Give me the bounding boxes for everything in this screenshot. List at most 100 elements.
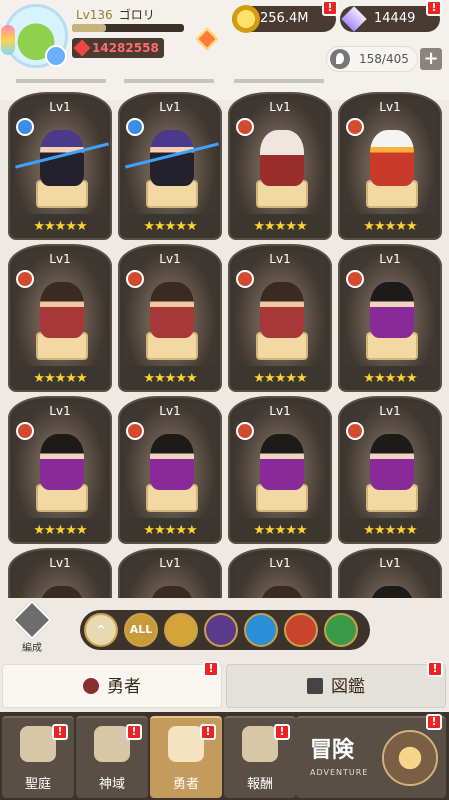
gold-coin-icon <box>232 5 260 33</box>
hero-stars: ★★★★★ <box>363 523 417 538</box>
element-filter-chip[interactable] <box>244 613 278 647</box>
hero-card[interactable]: Lv1 ★★★★★ <box>228 92 332 240</box>
fire-element-icon <box>346 118 364 136</box>
hero-level: Lv1 <box>49 556 71 570</box>
hero-card[interactable]: Lv1 ★★★★★ <box>8 92 112 240</box>
hero-stars: ★★★★★ <box>363 371 417 386</box>
hero-stars: ★★★★★ <box>143 371 197 386</box>
hero-level: Lv1 <box>379 252 401 266</box>
hero-level: Lv1 <box>379 556 401 570</box>
player-level: Lv136 <box>76 8 113 22</box>
element-filter-chips: ^ ALL <box>80 610 370 650</box>
element-filter-chip[interactable] <box>164 613 198 647</box>
roster-count: 158/405 <box>359 52 409 66</box>
xp-bar <box>72 24 184 32</box>
hero-card[interactable]: Lv1 ★★★★★ <box>118 396 222 544</box>
adventure-label: 冒険 <box>310 738 355 763</box>
player-name: ゴロリ <box>118 8 155 22</box>
tab-heroes[interactable]: 勇者 ! <box>2 661 222 708</box>
adventure-subtitle: ADVENTURE <box>310 768 369 777</box>
water-element-icon <box>16 118 34 136</box>
nav-rewards[interactable]: 報酬 ! <box>224 716 296 798</box>
formation-button[interactable]: 編成 <box>10 600 54 654</box>
element-filter-chip[interactable] <box>324 613 358 647</box>
tab-encyclopedia[interactable]: 図鑑 ! <box>226 661 446 708</box>
roster-capacity: 158/405 <box>326 46 418 72</box>
hero-level: Lv1 <box>379 100 401 114</box>
fire-element-icon <box>16 422 34 440</box>
power-gem-icon <box>73 39 91 57</box>
hero-card[interactable]: Lv1 ★★★★★ <box>228 244 332 392</box>
hero-sprite <box>370 282 414 338</box>
formation-icon <box>12 600 52 640</box>
nav-sanctuary[interactable]: 聖庭 ! <box>2 716 74 798</box>
hero-card[interactable]: Lv1 ★★★★★ <box>8 244 112 392</box>
hero-card[interactable]: Lv1 <box>228 548 332 598</box>
gold-counter[interactable]: 256.4M ! <box>232 0 338 33</box>
nav-heroes[interactable]: 勇者 ! <box>150 716 222 798</box>
hero-level: Lv1 <box>269 100 291 114</box>
hero-level: Lv1 <box>49 404 71 418</box>
hero-card[interactable]: Lv1 ★★★★★ <box>118 244 222 392</box>
hero-level: Lv1 <box>159 556 181 570</box>
hero-sprite <box>260 130 304 186</box>
hero-stars: ★★★★★ <box>143 523 197 538</box>
hero-sprite <box>370 130 414 186</box>
gem-icon <box>340 5 368 33</box>
star-book-icon <box>307 678 323 694</box>
hero-card[interactable]: Lv1 ★★★★★ <box>338 92 442 240</box>
leaf-icon <box>330 49 350 69</box>
hero-card[interactable]: Lv1 <box>118 548 222 598</box>
fire-element-icon <box>346 422 364 440</box>
buff-icon[interactable] <box>196 28 218 50</box>
nav-heroes-label: 勇者 <box>172 777 199 792</box>
hero-card[interactable]: Lv1 ★★★★★ <box>338 396 442 544</box>
tab-encyclopedia-alert-icon: ! <box>427 661 443 677</box>
gem-value: 14449 <box>374 11 416 26</box>
hero-stars: ★★★★★ <box>253 523 307 538</box>
element-filter-chip[interactable] <box>284 613 318 647</box>
hero-card[interactable]: Lv1 <box>338 548 442 598</box>
hero-level: Lv1 <box>269 556 291 570</box>
combat-power: 14282558 <box>72 38 164 58</box>
gem-counter[interactable]: 14449 ! <box>340 0 442 33</box>
hero-card[interactable]: Lv1 ★★★★★ <box>338 244 442 392</box>
hero-stars: ★★★★★ <box>33 371 87 386</box>
hero-card[interactable]: Lv1 ★★★★★ <box>228 396 332 544</box>
hero-sprite <box>150 434 194 490</box>
shrine-icon <box>94 726 130 762</box>
shelf-divider <box>124 79 214 83</box>
hero-card[interactable]: Lv1 ★★★★★ <box>8 396 112 544</box>
hero-card[interactable]: Lv1 ★★★★★ <box>118 92 222 240</box>
fire-element-icon <box>236 270 254 288</box>
gold-value: 256.4M <box>260 11 309 26</box>
filter-all-chip[interactable]: ALL <box>124 613 158 647</box>
gem-alert-icon: ! <box>426 0 442 16</box>
gold-alert-icon: ! <box>322 0 338 16</box>
shelf-divider <box>234 79 324 83</box>
hero-sprite <box>150 282 194 338</box>
compass-emblem-icon <box>382 730 438 786</box>
nav-divine-alert-icon: ! <box>126 724 142 740</box>
collapse-filter-button[interactable]: ^ <box>84 613 118 647</box>
fire-element-icon <box>236 422 254 440</box>
adventure-button[interactable]: 冒険 ADVENTURE ! <box>296 714 446 798</box>
hero-sprite <box>370 434 414 490</box>
bottom-nav: 聖庭 ! 神域 ! 勇者 ! 報酬 ! 冒険 ADVENTURE ! <box>0 712 449 800</box>
hero-grid: Lv1 ★★★★★ Lv1 ★★★★★ Lv1 ★★★★★ Lv1 ★★★★★ Lv1 ★★★★★… <box>0 86 449 598</box>
expand-roster-button[interactable]: + <box>420 48 442 70</box>
nav-divine[interactable]: 神域 ! <box>76 716 148 798</box>
hero-card[interactable]: Lv1 <box>8 548 112 598</box>
nav-rewards-alert-icon: ! <box>274 724 290 740</box>
hero-sprite <box>260 282 304 338</box>
nav-heroes-alert-icon: ! <box>200 724 216 740</box>
fire-element-icon <box>236 118 254 136</box>
element-filter-chip[interactable] <box>204 613 238 647</box>
hero-stars: ★★★★★ <box>33 523 87 538</box>
nav-rewards-label: 報酬 <box>246 777 273 792</box>
hero-sprite <box>40 282 84 338</box>
hero-level: Lv1 <box>159 252 181 266</box>
helmet-icon <box>83 678 99 694</box>
player-avatar[interactable] <box>1 4 68 68</box>
treasure-chest-icon <box>242 726 278 762</box>
